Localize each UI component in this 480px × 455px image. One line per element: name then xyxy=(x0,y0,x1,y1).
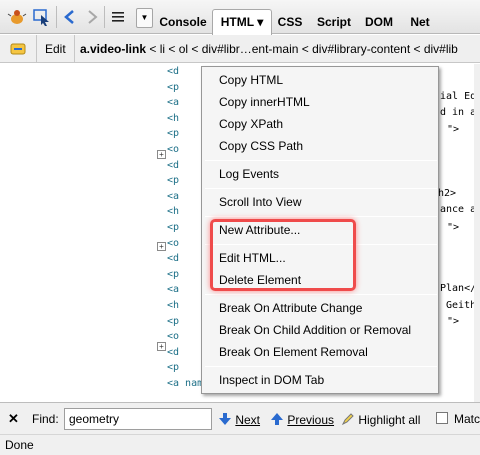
forward-icon[interactable] xyxy=(82,7,102,27)
breadcrumb: a.video-link < li < ol < div#libr…ent-ma… xyxy=(80,35,458,63)
code-line-tail[interactable]: ial Eq xyxy=(440,91,476,107)
code-line-tail[interactable]: "> xyxy=(447,124,459,140)
code-line-tail[interactable]: Plan</ xyxy=(440,283,476,299)
menu-separator xyxy=(205,216,437,217)
back-icon[interactable] xyxy=(60,7,80,27)
menu-separator xyxy=(205,160,437,161)
firebug-toolbar: ▼ Console HTML ▾ CSS Script DOM Net xyxy=(0,0,480,35)
expand-icon[interactable]: + xyxy=(157,150,166,159)
tab-console[interactable]: Console xyxy=(156,10,210,34)
edit-button[interactable]: Edit xyxy=(36,35,75,63)
code-line-tail[interactable]: "> xyxy=(447,222,459,238)
toolbar-separator xyxy=(56,6,57,28)
menu-item-copy-innerhtml[interactable]: Copy innerHTML xyxy=(219,91,310,113)
menu-item-break-on-attribute-change[interactable]: Break On Attribute Change xyxy=(219,297,362,319)
arrow-down-icon xyxy=(219,413,231,425)
menu-item-copy-html[interactable]: Copy HTML xyxy=(219,69,283,91)
code-line[interactable]: <p xyxy=(167,128,179,144)
code-line-tail[interactable]: Geith xyxy=(440,300,476,316)
toolbar-separator xyxy=(104,6,105,28)
tab-dom[interactable]: DOM xyxy=(362,10,396,34)
menu-separator xyxy=(205,188,437,189)
code-line[interactable]: <a xyxy=(167,191,179,207)
menu-item-log-events[interactable]: Log Events xyxy=(219,163,279,185)
menu-item-copy-css-path[interactable]: Copy CSS Path xyxy=(219,135,303,157)
highlight-all-label: Highlight all xyxy=(358,413,421,427)
tab-css[interactable]: CSS xyxy=(275,10,305,34)
next-button[interactable]: Next xyxy=(218,412,260,427)
status-text: Done xyxy=(5,438,34,452)
expand-icon[interactable]: + xyxy=(157,242,166,251)
code-line[interactable]: <p xyxy=(167,82,179,98)
menu-separator xyxy=(205,366,437,367)
dropdown-arrow-icon[interactable]: ▼ xyxy=(136,8,153,28)
code-line[interactable]: <p xyxy=(167,222,179,238)
tab-script[interactable]: Script xyxy=(312,10,356,34)
code-line[interactable]: <p xyxy=(167,316,179,332)
match-case-checkbox[interactable] xyxy=(436,412,448,424)
annotation-highlight-box xyxy=(210,219,356,291)
menu-item-inspect-in-dom-tab[interactable]: Inspect in DOM Tab xyxy=(219,369,324,391)
menu-item-break-on-child-change[interactable]: Break On Child Addition or Removal xyxy=(219,319,411,341)
next-label: Next xyxy=(235,413,261,427)
code-line[interactable]: <d xyxy=(167,160,179,176)
code-line[interactable]: <h xyxy=(167,113,179,129)
match-case-label: Matc xyxy=(454,412,480,426)
find-input[interactable] xyxy=(64,408,212,430)
scrollbar[interactable] xyxy=(474,64,480,402)
menu-item-copy-xpath[interactable]: Copy XPath xyxy=(219,113,283,135)
breadcrumb-current[interactable]: a.video-link xyxy=(80,42,146,56)
code-line-tail[interactable]: ance a xyxy=(440,204,476,220)
code-line-tail[interactable]: h2> xyxy=(438,188,456,204)
close-icon[interactable]: ✕ xyxy=(8,411,19,427)
code-line[interactable]: <h xyxy=(167,206,179,222)
menu-item-scroll-into-view[interactable]: Scroll Into View xyxy=(219,191,301,213)
code-line[interactable]: <a xyxy=(167,284,179,300)
status-bar: Done xyxy=(0,434,480,455)
code-line[interactable]: <o xyxy=(167,238,179,254)
code-line[interactable]: <a xyxy=(167,97,179,113)
code-line-tail[interactable]: d in a xyxy=(440,107,476,123)
find-label: Find: xyxy=(32,412,59,426)
breadcrumb-bar: Edit a.video-link < li < ol < div#libr…e… xyxy=(0,35,480,63)
previous-label: Previous xyxy=(287,413,335,427)
code-line[interactable]: <h xyxy=(167,300,179,316)
tab-net[interactable]: Net xyxy=(405,10,435,34)
code-line[interactable]: <d xyxy=(167,253,179,269)
firebug-icon[interactable] xyxy=(7,7,27,27)
breadcrumb-path[interactable]: < li < ol < div#libr…ent-main < div#libr… xyxy=(146,42,458,56)
menu-lines-icon[interactable] xyxy=(108,7,128,27)
inspect-icon[interactable] xyxy=(32,7,52,27)
find-bar: ✕ Find: Next Previous Highlight all Matc xyxy=(0,402,480,434)
arrow-up-icon xyxy=(271,413,283,425)
highlight-all-button[interactable]: Highlight all xyxy=(341,412,420,427)
code-line[interactable]: <o xyxy=(167,331,179,347)
code-line[interactable]: <d xyxy=(167,347,179,363)
expand-icon[interactable]: + xyxy=(157,342,166,351)
code-line[interactable]: <p xyxy=(167,269,179,285)
code-line-tail[interactable]: "> xyxy=(447,316,459,332)
highlighter-icon xyxy=(341,413,354,426)
previous-button[interactable]: Previous xyxy=(270,412,334,427)
menu-item-break-on-element-removal[interactable]: Break On Element Removal xyxy=(219,341,368,363)
menu-separator xyxy=(205,294,437,295)
code-line[interactable]: <p xyxy=(167,175,179,191)
code-line[interactable]: <o xyxy=(167,144,179,160)
tab-html[interactable]: HTML ▾ xyxy=(212,9,272,35)
settings-icon[interactable] xyxy=(8,39,28,59)
code-line[interactable]: <p xyxy=(167,362,179,378)
code-line[interactable]: <d xyxy=(167,66,179,82)
